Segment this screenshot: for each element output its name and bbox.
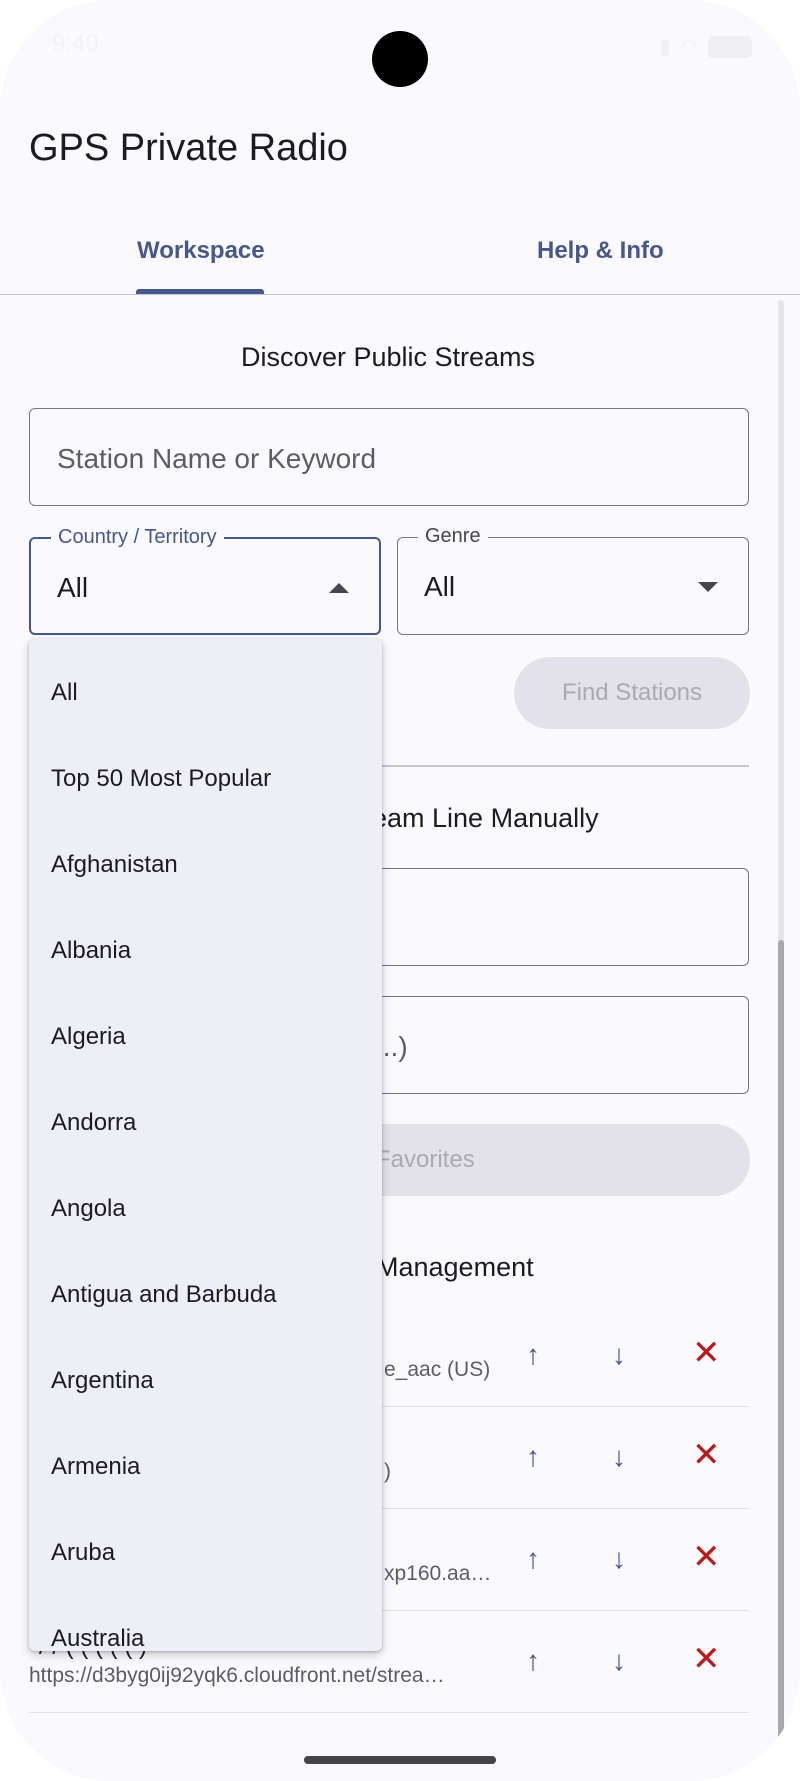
close-icon[interactable]: ✕: [692, 1333, 721, 1373]
genre-dropdown-value: All: [424, 571, 456, 602]
menu-item[interactable]: Aruba: [51, 1539, 115, 1567]
add-to-favorites-label: Favorites: [376, 1146, 475, 1173]
tab-indicator: [136, 289, 264, 294]
tab-workspace[interactable]: Workspace: [137, 237, 265, 265]
caret-up-icon: [329, 583, 349, 593]
country-dropdown[interactable]: Country / Territory All: [29, 526, 381, 635]
arrow-down-icon[interactable]: ↓: [612, 1441, 626, 1473]
arrow-up-icon[interactable]: ↑: [526, 1543, 540, 1575]
station-url: xp160.aa…: [384, 1562, 492, 1585]
manual-section-title: eam Line Manually: [372, 803, 599, 833]
menu-item[interactable]: Albania: [51, 937, 131, 965]
station-url: e_aac (US): [384, 1358, 491, 1381]
scrollbar-thumb[interactable]: [778, 940, 784, 1740]
country-dropdown-label: Country / Territory: [51, 526, 224, 549]
menu-item[interactable]: Australia: [51, 1625, 144, 1651]
find-stations-button[interactable]: Find Stations: [514, 657, 750, 729]
close-icon[interactable]: ✕: [692, 1639, 721, 1679]
wifi-icon: ◠: [680, 36, 698, 58]
country-dropdown-menu: All Top 50 Most Popular Afghanistan Alba…: [29, 639, 382, 1651]
menu-item[interactable]: Armenia: [51, 1453, 140, 1481]
genre-dropdown-label: Genre: [418, 525, 488, 548]
status-time: 9:40: [52, 30, 99, 57]
menu-item[interactable]: Andorra: [51, 1109, 136, 1137]
arrow-up-icon[interactable]: ↑: [526, 1441, 540, 1473]
menu-item[interactable]: Algeria: [51, 1023, 126, 1051]
station-url: https://d3byg0ij92yqk6.cloudfront.net/st…: [29, 1664, 445, 1687]
scrollbar-track[interactable]: [778, 300, 784, 1740]
tab-bar: Workspace Help & Info: [0, 215, 800, 295]
menu-item[interactable]: Afghanistan: [51, 851, 178, 879]
management-section-title: Management: [376, 1252, 534, 1282]
app-title: GPS Private Radio: [29, 127, 348, 169]
phone-screen: 9:40 ▮ ◠ GPS Private Radio Workspace Hel…: [0, 0, 800, 1781]
discover-section-title: Discover Public Streams: [240, 342, 536, 372]
home-indicator[interactable]: [304, 1756, 496, 1764]
tab-help-info[interactable]: Help & Info: [537, 237, 664, 265]
keyword-input[interactable]: Station Name or Keyword: [29, 408, 749, 506]
close-icon[interactable]: ✕: [692, 1537, 721, 1577]
signal-icon: ▮: [659, 36, 671, 58]
arrow-down-icon[interactable]: ↓: [612, 1645, 626, 1677]
status-icons: ▮ ◠: [660, 34, 752, 59]
keyword-placeholder: Station Name or Keyword: [57, 443, 377, 474]
arrow-up-icon[interactable]: ↑: [526, 1339, 540, 1371]
menu-item[interactable]: All: [51, 679, 78, 707]
arrow-down-icon[interactable]: ↓: [612, 1339, 626, 1371]
genre-dropdown[interactable]: Genre All: [397, 525, 749, 635]
close-icon[interactable]: ✕: [692, 1435, 721, 1475]
country-dropdown-value: All: [57, 572, 89, 603]
arrow-up-icon[interactable]: ↑: [526, 1645, 540, 1677]
menu-item[interactable]: Antigua and Barbuda: [51, 1281, 277, 1309]
arrow-down-icon[interactable]: ↓: [612, 1543, 626, 1575]
menu-item[interactable]: Argentina: [51, 1367, 154, 1395]
caret-down-icon: [698, 582, 718, 592]
battery-icon: [708, 35, 752, 58]
status-bar: 9:40 ▮ ◠: [0, 0, 800, 92]
menu-item[interactable]: Angola: [51, 1195, 126, 1223]
camera-cutout: [372, 31, 428, 87]
menu-item[interactable]: Top 50 Most Popular: [51, 765, 271, 793]
station-url: ): [384, 1460, 391, 1483]
